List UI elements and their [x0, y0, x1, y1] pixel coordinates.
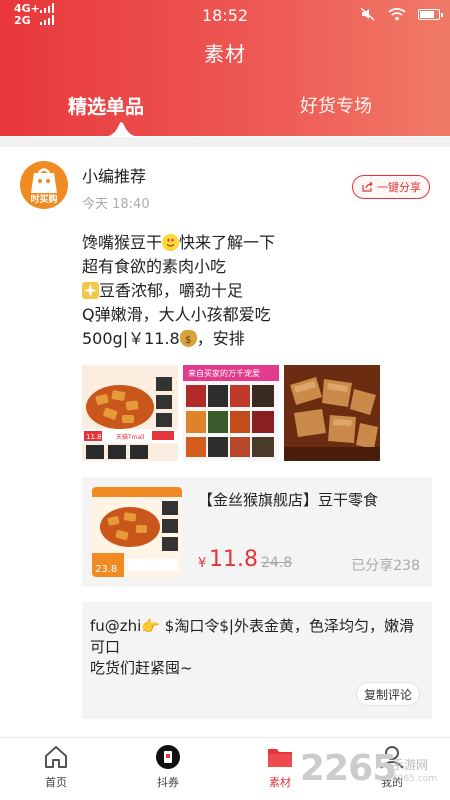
share-icon [362, 181, 373, 192]
post-line: 超有食欲的素肉小吃 [82, 257, 227, 276]
product-price: 11.8 [209, 547, 258, 572]
author-name: 小编推荐 [82, 167, 147, 186]
svg-text:$: $ [185, 335, 191, 346]
post-time: 今天 18:40 [82, 197, 150, 212]
avatar-label: 时买购 [30, 195, 58, 205]
post-line: 豆香浓郁，嚼劲十足 [82, 279, 275, 303]
user-icon [378, 744, 406, 770]
product-title: 【金丝猴旗舰店】豆干零食 [198, 491, 379, 509]
sparkle-emoji-icon [82, 282, 99, 299]
douyin-icon [154, 744, 182, 770]
status-icons [360, 7, 443, 21]
tab-home[interactable]: 首页 [21, 744, 91, 790]
thumb-price: 23.8 [95, 564, 117, 575]
tab-bar-top: 精选单品 好货专场 [0, 92, 450, 120]
one-click-share-button[interactable]: 一键分享 [352, 175, 430, 199]
original-price: 24.8 [261, 555, 293, 571]
folder-icon [266, 744, 294, 770]
status-bar: 4G+ 2G 18:52 [0, 0, 450, 32]
avatar[interactable]: 时买购 [20, 161, 68, 209]
tab-mine[interactable]: 我的 [357, 744, 427, 790]
spicy-tofu-product-image[interactable]: 11.8 天猫Tmall [82, 365, 178, 461]
tab-mine-label: 我的 [381, 776, 403, 789]
bottom-tab-bar: 首页 抖券 素材 我的 [0, 737, 450, 800]
tofu-closeup-image[interactable] [284, 365, 380, 461]
product-thumbnail[interactable]: 23.8 [92, 487, 182, 577]
tab-featured-items[interactable]: 精选单品 [68, 92, 144, 119]
tab-materials[interactable]: 素材 [245, 744, 315, 790]
tab-douyin-label: 抖券 [157, 776, 179, 789]
page-title: 素材 [204, 42, 246, 66]
svg-text:11.8: 11.8 [86, 433, 102, 441]
header: 4G+ 2G 18:52 素材 精选单品 好货专场 [0, 0, 450, 137]
comment-box: fu@zhi👉 $淘口令$|外表金黄，色泽均匀，嫩滑可口 吃货们赶紧囤~ 复制评论 [82, 602, 432, 719]
copy-comment-button[interactable]: 复制评论 [356, 682, 420, 706]
post-text: 馋嘴猴豆干 快来了解一下 超有食欲的素肉小吃 豆香浓郁，嚼劲十足 Q弹嫩滑，大人小… [82, 231, 275, 351]
buyer-love-label: 来自买家的万千宠爱 [188, 368, 260, 378]
tab-good-deals[interactable]: 好货专场 [300, 92, 372, 118]
tab-home-label: 首页 [45, 776, 67, 789]
wifi-icon [388, 8, 406, 21]
mute-icon [360, 7, 375, 21]
post-line: 500g|￥11.8 $ ，安排 [82, 329, 245, 348]
price-currency: ¥ [198, 556, 207, 571]
post-line: 馋嘴猴豆干 快来了解一下 [82, 233, 276, 252]
active-tab-indicator [0, 122, 450, 137]
comment-text[interactable]: fu@zhi👉 $淘口令$|外表金黄，色泽均匀，嫩滑可口 吃货们赶紧囤~ [90, 616, 420, 679]
tmall-label: 天猫Tmall [116, 433, 145, 441]
heart-eyes-emoji-icon [162, 234, 180, 251]
battery-icon [418, 8, 443, 20]
post-line: Q弹嫩滑，大人小孩都爱吃 [82, 305, 271, 324]
tab-materials-label: 素材 [269, 776, 291, 789]
post-card: 时买购 小编推荐 今天 18:40 一键分享 馋嘴猴豆干 快来了解一下 超有食欲的… [0, 147, 450, 737]
home-icon [42, 744, 70, 770]
pointing-hand-emoji-icon: 👉 [141, 617, 161, 635]
tab-douyin-coupons[interactable]: 抖券 [133, 744, 203, 790]
share-label: 一键分享 [377, 181, 421, 194]
tofu-flavors-grid-image[interactable]: 来自买家的万千宠爱 [183, 365, 279, 461]
product-card[interactable]: 23.8 【金丝猴旗舰店】豆干零食 ¥ 11.8 24.8 已分享238 [82, 477, 432, 587]
money-bag-emoji-icon: $ [179, 330, 197, 347]
share-count: 已分享238 [351, 558, 420, 574]
